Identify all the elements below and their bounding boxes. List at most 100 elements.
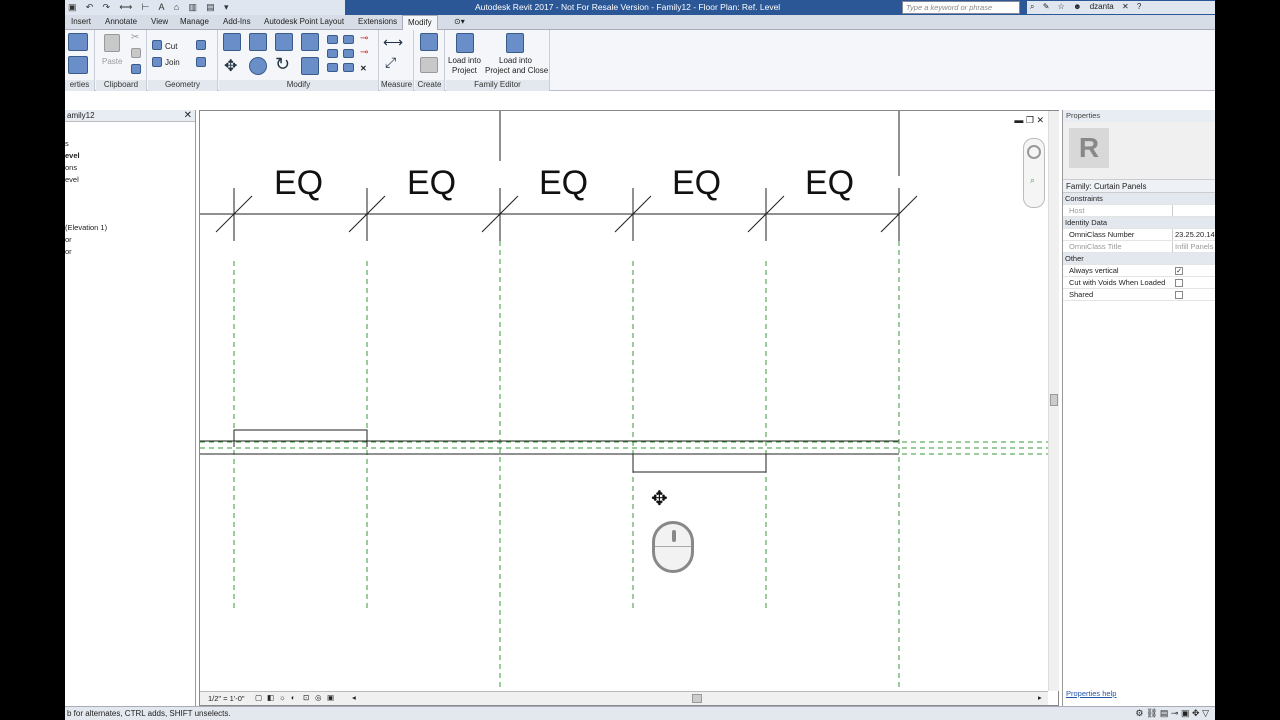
scale-icon[interactable] [343, 49, 354, 58]
tab-annotate[interactable]: Annotate [105, 17, 137, 26]
properties-help-link[interactable]: Properties help [1066, 689, 1116, 698]
move-icon[interactable]: ✥ [224, 56, 237, 76]
cut-button[interactable]: Cut [165, 42, 177, 51]
select-by-face-icon[interactable]: ▣ [1181, 708, 1190, 718]
drawing-canvas[interactable]: EQ EQ EQ EQ EQ ✥ ▬ ❐ ✕ ⌕ 1/2" = 1'-0" ▢ … [199, 110, 1059, 706]
tab-add-ins[interactable]: Add-Ins [223, 17, 251, 26]
group-identity-data[interactable]: Identity Data [1063, 217, 1215, 229]
tab-manage[interactable]: Manage [180, 17, 209, 26]
copy-elements-icon[interactable] [249, 57, 267, 75]
align-icon[interactable] [223, 33, 241, 51]
trim-multiple-icon[interactable] [343, 63, 354, 72]
user-name[interactable]: dzanta [1090, 2, 1114, 11]
tree-item[interactable]: or [65, 247, 72, 256]
split-face-icon[interactable] [196, 40, 206, 50]
delete-icon[interactable]: ✕ [360, 63, 367, 75]
paste-button[interactable]: Paste [102, 57, 122, 66]
select-pinned-icon[interactable]: ⊸ [1171, 708, 1179, 718]
tab-view[interactable]: View [151, 17, 168, 26]
scroll-left-icon[interactable]: ◂ [352, 693, 356, 702]
reveal-icon[interactable]: ▣ [327, 693, 334, 702]
worksharing-icon[interactable]: ⚙ [1135, 708, 1143, 718]
copy-icon[interactable] [131, 48, 141, 58]
subscription-icon[interactable]: ✎ [1043, 2, 1050, 11]
join-geometry-icon[interactable] [152, 57, 162, 67]
minimize-icon[interactable]: ▬ [1014, 115, 1023, 125]
close-hidden-icon[interactable]: ▥ [188, 2, 197, 13]
trim-single-icon[interactable] [327, 63, 338, 72]
tree-item[interactable]: (Elevation 1) [65, 223, 107, 232]
measure-icon[interactable]: ⟷ [119, 2, 132, 13]
load-close-line1[interactable]: Load into [499, 56, 532, 65]
restore-icon[interactable]: ❐ [1026, 115, 1034, 125]
array-icon[interactable] [327, 49, 338, 58]
close-icon[interactable]: ✕ [184, 110, 192, 121]
binoculars-icon[interactable]: ⌕ [1030, 2, 1034, 12]
user-icon[interactable]: ☻ [1073, 2, 1081, 11]
always-vertical-checkbox[interactable]: ✓ [1175, 267, 1183, 275]
rotate-icon[interactable]: ↻ [275, 54, 290, 75]
cut-small-icon[interactable]: ✂ [131, 32, 139, 43]
create-group-icon[interactable] [420, 57, 438, 73]
sun-path-icon[interactable]: ☼ [279, 693, 286, 702]
mirror-draw-icon[interactable] [301, 33, 319, 51]
tab-insert[interactable]: Insert [71, 17, 91, 26]
horizontal-scroll-thumb[interactable] [692, 694, 702, 703]
cut-geometry-icon[interactable] [152, 40, 162, 50]
tab-autodesk-point-layout[interactable]: Autodesk Point Layout [264, 17, 344, 26]
3d-view-icon[interactable]: ⌂ [174, 2, 179, 12]
redo-icon[interactable]: ↷ [103, 2, 111, 13]
select-underlay-icon[interactable]: ▤ [1160, 708, 1169, 718]
group-other[interactable]: Other [1063, 253, 1215, 265]
paint-icon[interactable] [196, 57, 206, 67]
tab-extensions[interactable]: Extensions [358, 17, 397, 26]
join-button[interactable]: Join [165, 58, 180, 67]
view-scale[interactable]: 1/2" = 1'-0" [208, 694, 245, 703]
load-into-project-close-icon[interactable] [506, 33, 524, 53]
search-input[interactable]: Type a keyword or phrase [902, 1, 1020, 14]
zoom-icon[interactable]: ⌕ [1030, 175, 1035, 186]
undo-icon[interactable]: ↶ [86, 2, 94, 13]
pin-icon[interactable]: ⊸ [360, 33, 368, 44]
paste-icon[interactable] [104, 34, 120, 52]
load-close-line2[interactable]: Project and Close [485, 66, 548, 75]
split-gap-icon[interactable] [343, 35, 354, 44]
shared-checkbox[interactable] [1175, 291, 1183, 299]
tree-item[interactable]: ons [65, 163, 77, 172]
offset-icon[interactable] [249, 33, 267, 51]
load-into-project-line2[interactable]: Project [452, 66, 477, 75]
exchange-icon[interactable]: ✕ [1122, 2, 1129, 11]
properties-icon[interactable] [68, 33, 88, 51]
match-properties-icon[interactable] [131, 64, 141, 74]
temp-hide-icon[interactable]: ◎ [315, 693, 322, 702]
detail-level-icon[interactable]: ▢ [255, 693, 262, 702]
switch-windows-icon[interactable]: ▤ [206, 2, 215, 13]
vertical-scroll-thumb[interactable] [1050, 394, 1058, 406]
create-similar-icon[interactable] [420, 33, 438, 51]
help-icon[interactable]: ? [1137, 2, 1141, 11]
align-dimension-icon[interactable]: ⊢ [141, 2, 149, 13]
mirror-axis-icon[interactable] [275, 33, 293, 51]
select-links-icon[interactable]: ⛓ [1146, 708, 1157, 718]
unpin-icon[interactable]: ⊸ [360, 47, 368, 58]
tree-item[interactable]: evel [65, 151, 80, 160]
tree-item[interactable]: evel [65, 175, 79, 184]
tab-modify[interactable]: Modify [402, 15, 438, 30]
prop-omniclass-number-value[interactable]: 23.25.20.14. [1172, 229, 1215, 240]
aligned-dimension-icon[interactable]: ⤢ [385, 54, 396, 71]
filter-icon[interactable]: ▽ [1202, 708, 1209, 718]
text-icon[interactable]: A [159, 2, 165, 12]
cut-with-voids-checkbox[interactable] [1175, 279, 1183, 287]
group-constraints[interactable]: Constraints [1063, 193, 1215, 205]
dropdown-icon[interactable]: ▾ [224, 2, 229, 13]
shadows-icon[interactable]: ◐ [291, 693, 296, 702]
type-properties-icon[interactable] [68, 56, 88, 74]
type-selector[interactable]: Family: Curtain Panels [1063, 180, 1215, 193]
save-icon[interactable]: ▣ [68, 2, 77, 13]
measure-distance-icon[interactable]: ⟷ [383, 34, 403, 51]
tree-item[interactable]: or [65, 235, 72, 244]
load-into-project-icon[interactable] [456, 33, 474, 53]
tree-item[interactable]: s [65, 139, 69, 148]
drag-elements-icon[interactable]: ✥ [1192, 708, 1200, 718]
close-view-icon[interactable]: ✕ [1036, 115, 1044, 125]
